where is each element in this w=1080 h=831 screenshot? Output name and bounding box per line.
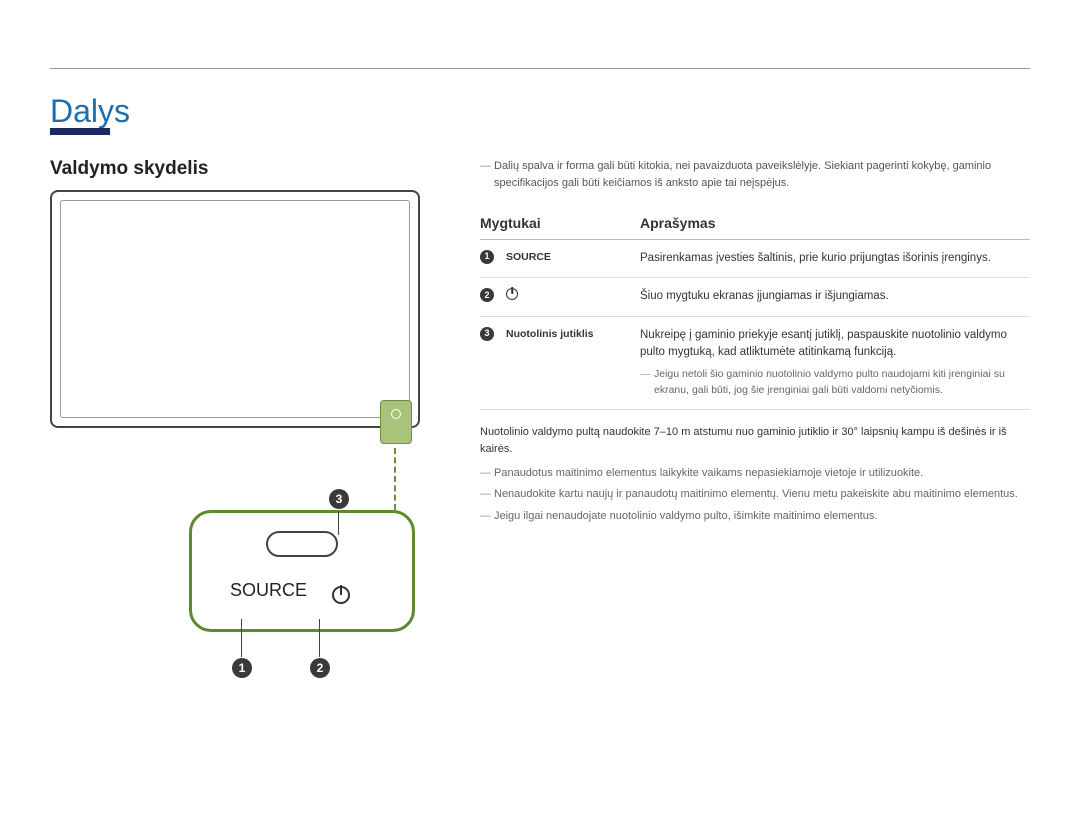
header-rule <box>50 68 1030 69</box>
power-icon <box>332 586 350 604</box>
description-table: Mygtukai Aprašymas 1 SOURCE Pasirenkamas… <box>480 209 1030 410</box>
section-title: Valdymo skydelis <box>50 158 440 180</box>
row-desc: Šiuo mygtuku ekranas įjungiamas ir išjun… <box>640 278 1030 316</box>
row-desc: Pasirenkamas įvesties šaltinis, prie kur… <box>640 240 1030 278</box>
sensor-dot-icon <box>391 409 401 419</box>
row-desc: Nukreipę į gaminio priekyje esantį jutik… <box>640 329 1007 358</box>
th-description: Aprašymas <box>640 209 1030 240</box>
footnote-lead: Nuotolinio valdymo pultą naudokite 7–10 … <box>480 424 1030 459</box>
row-label: SOURCE <box>506 250 551 266</box>
control-box: SOURCE <box>189 510 415 632</box>
oval-button-icon <box>266 531 338 557</box>
th-buttons: Mygtukai <box>480 209 640 240</box>
connector-line <box>394 448 396 510</box>
table-row: 3 Nuotolinis jutiklis Nukreipę į gaminio… <box>480 316 1030 409</box>
callout-3: 3 <box>329 489 349 509</box>
header-accent <box>50 128 110 135</box>
sensor-stub <box>380 400 412 444</box>
footnote-item: Nenaudokite kartu naujų ir panaudotų mai… <box>480 486 1030 504</box>
leader-line-2 <box>319 619 320 657</box>
page-title: Dalys <box>50 93 1030 130</box>
power-icon <box>506 288 518 300</box>
callout-2: 2 <box>310 658 330 678</box>
table-row: 1 SOURCE Pasirenkamas įvesties šaltinis,… <box>480 240 1030 278</box>
source-label: SOURCE <box>230 580 307 601</box>
row-subnote: Jeigu netoli šio gaminio nuotolinio vald… <box>640 367 1024 399</box>
top-note: Dalių spalva ir forma gali būti kitokia,… <box>480 158 1030 191</box>
footnote-item: Jeigu ilgai nenaudojate nuotolinio valdy… <box>480 508 1030 526</box>
table-row: 2 Šiuo mygtuku ekranas įjungiamas ir išj… <box>480 278 1030 316</box>
leader-line-3 <box>338 511 339 535</box>
row-label: Nuotolinis jutiklis <box>506 327 594 343</box>
display-inner <box>60 200 410 418</box>
row-badge: 2 <box>480 288 494 302</box>
row-badge: 1 <box>480 250 494 264</box>
leader-line-1 <box>241 619 242 657</box>
footnotes: Nuotolinio valdymo pultą naudokite 7–10 … <box>480 424 1030 526</box>
control-panel-diagram: SOURCE 3 1 2 <box>50 190 440 680</box>
row-badge: 3 <box>480 327 494 341</box>
display-outline <box>50 190 420 428</box>
footnote-item: Panaudotus maitinimo elementus laikykite… <box>480 465 1030 483</box>
callout-1: 1 <box>232 658 252 678</box>
